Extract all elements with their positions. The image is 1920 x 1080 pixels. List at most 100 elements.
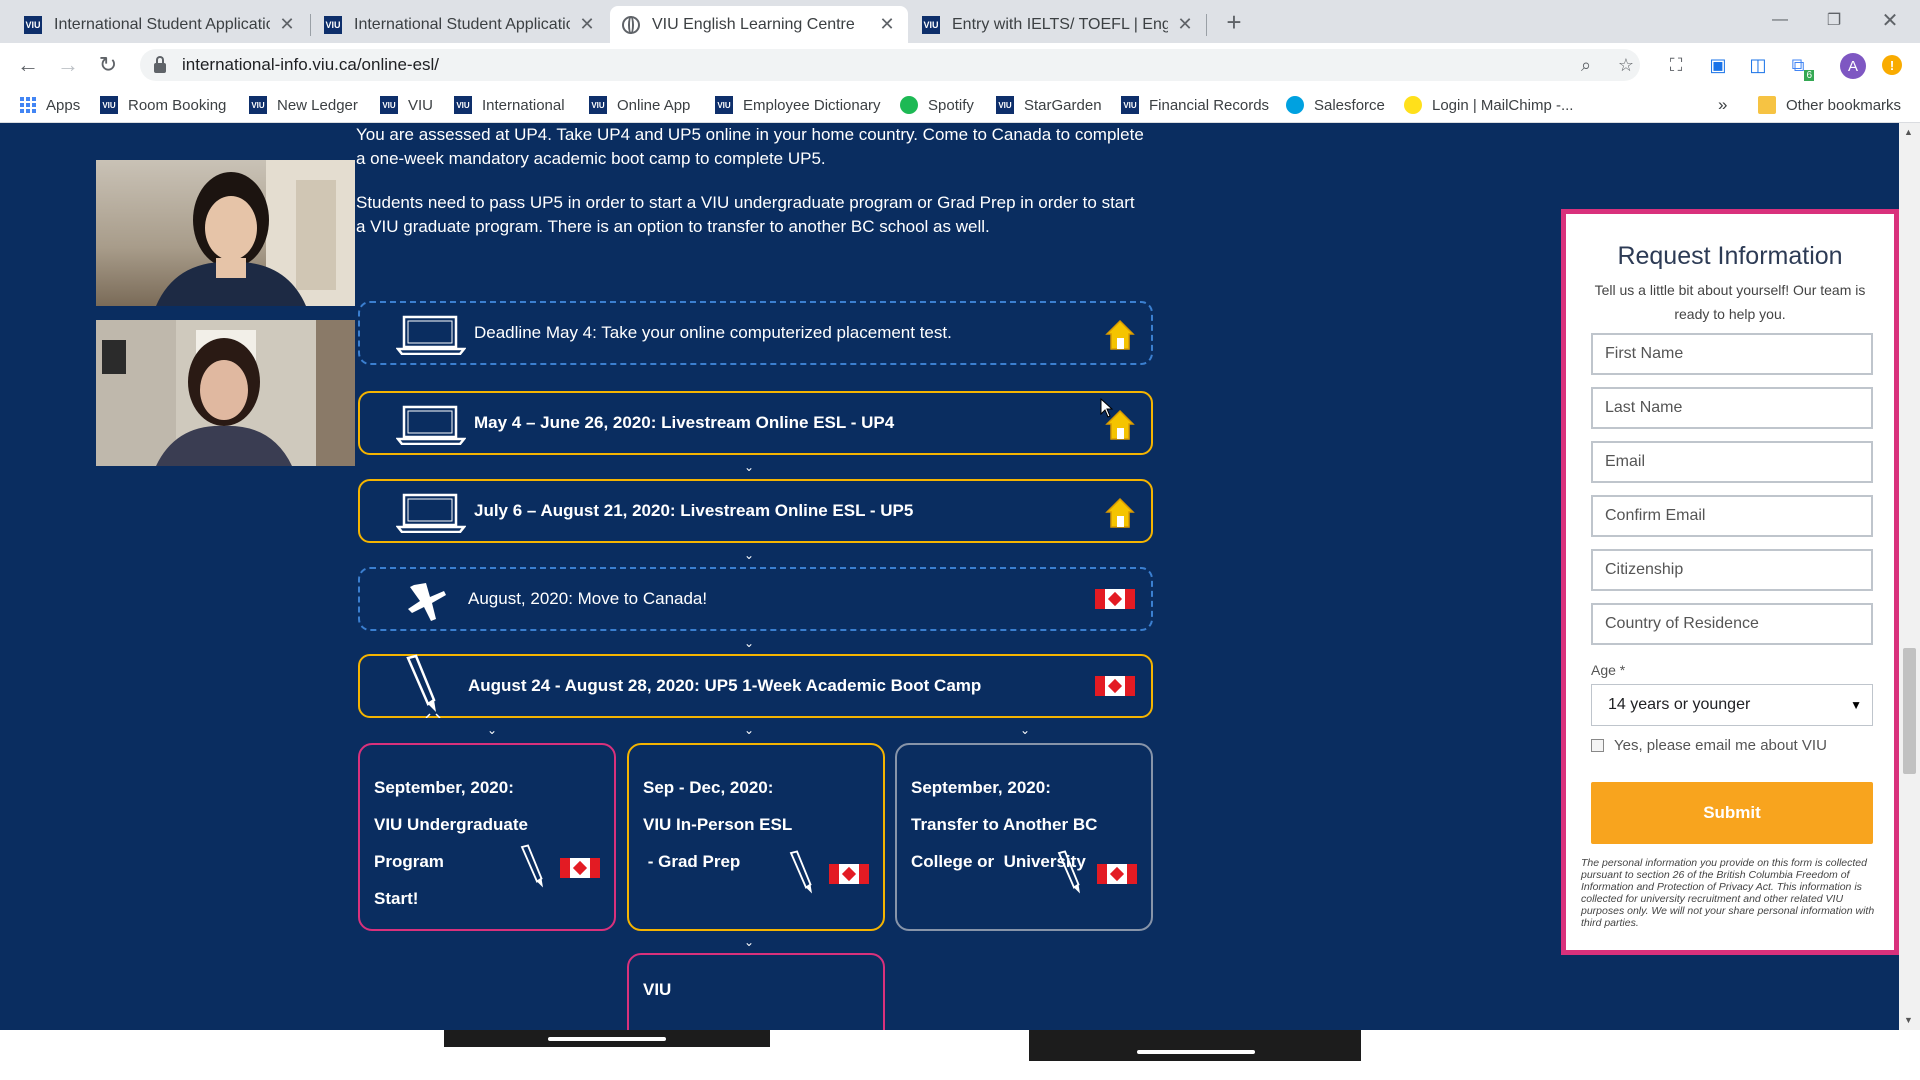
chevron-down-icon: ⌄ [743, 548, 755, 562]
minimize-window-icon[interactable]: — [1752, 0, 1808, 40]
address-bar[interactable]: international-info.viu.ca/online-esl/ ⌕ … [140, 49, 1640, 81]
timeline-step-text: August 24 - August 28, 2020: UP5 1-Week … [468, 676, 982, 695]
pen-icon [785, 850, 821, 911]
confirm-email-field[interactable]: Confirm Email [1591, 495, 1873, 537]
forward-arrow-icon[interactable]: → [52, 49, 84, 81]
bookmark-room-booking[interactable]: VIU Room Booking [100, 95, 226, 115]
mailchimp-icon [1404, 96, 1422, 114]
email-field[interactable]: Email [1591, 441, 1873, 483]
chevron-down-icon: ⌄ [486, 723, 498, 737]
timeline-step-text: July 6 – August 21, 2020: Livestream Onl… [474, 501, 914, 520]
bookmark-other-bookmarks[interactable]: Other bookmarks [1758, 95, 1901, 115]
timeline-step-placement-test: Deadline May 4: Take your online compute… [358, 301, 1153, 365]
tab-entry-with-ielts-toefl[interactable]: VIU Entry with IELTS/ TOEFL | English ✕ [910, 6, 1206, 43]
extension-icon[interactable]: ◫ [1746, 53, 1770, 77]
spotify-icon [900, 96, 918, 114]
bookmark-mailchimp[interactable]: Login | MailChimp -... [1404, 95, 1573, 115]
scroll-down-arrow-icon[interactable]: ▼ [1904, 1015, 1913, 1025]
laptop-icon [395, 315, 467, 360]
bookmark-label: StarGarden [1024, 96, 1102, 114]
overlay-bar-right [1029, 1030, 1361, 1061]
video-call-participant-2 [96, 320, 355, 466]
overlay-bar-left [444, 1030, 770, 1047]
card-line: VIU Undergraduate [374, 815, 528, 834]
tab-separator [310, 14, 311, 36]
bookmarks-bar: Apps VIU Room Booking VIU New Ledger VIU… [0, 87, 1920, 123]
update-alert-icon[interactable]: ! [1882, 55, 1902, 75]
star-bookmark-icon[interactable]: ☆ [1614, 53, 1638, 77]
outcome-card-in-person-esl: Sep - Dec, 2020: VIU In-Person ESL - Gra… [627, 743, 885, 931]
card-line: Transfer to Another BC [911, 815, 1098, 834]
tab-international-student-application-1[interactable]: VIU International Student Application ✕ [12, 6, 308, 43]
bookmark-financial-records[interactable]: VIU Financial Records [1121, 95, 1269, 115]
bookmark-label: Spotify [928, 96, 974, 114]
back-arrow-icon[interactable]: ← [12, 49, 44, 81]
checkbox-label: Yes, please email me about VIU [1614, 737, 1827, 754]
timeline-step-up4: May 4 – June 26, 2020: Livestream Online… [358, 391, 1153, 455]
tab-title: VIU English Learning Centre [652, 15, 855, 33]
card-line: September, 2020: [374, 778, 514, 797]
card-line: VIU [643, 980, 672, 999]
bookmark-salesforce[interactable]: Salesforce [1286, 95, 1385, 115]
video-call-participant-1 [96, 160, 355, 306]
participant-1-image [156, 160, 355, 306]
bookmark-apps[interactable]: Apps [20, 95, 80, 115]
close-tab-icon[interactable]: ✕ [278, 14, 296, 35]
citizenship-field[interactable]: Citizenship [1591, 549, 1873, 591]
bookmark-viu[interactable]: VIU VIU [380, 95, 433, 115]
viu-favicon: VIU [100, 96, 118, 114]
bookmark-label: Salesforce [1314, 96, 1385, 114]
page-scrollbar[interactable]: ▲ ▼ [1899, 123, 1920, 1030]
extension-icon[interactable]: ▣ [1706, 53, 1730, 77]
form-title: Request Information [1617, 242, 1843, 270]
country-of-residence-field[interactable]: Country of Residence [1591, 603, 1873, 645]
bookmark-stargarden[interactable]: VIU StarGarden [996, 95, 1102, 115]
tab-international-student-application-2[interactable]: VIU International Student Application ✕ [312, 6, 608, 43]
tab-separator [1206, 14, 1207, 36]
intro-paragraph-1: You are assessed at UP4. Take UP4 and UP… [356, 125, 1144, 168]
new-tab-button[interactable]: + [1218, 6, 1250, 38]
bookmark-label: Login | MailChimp -... [1432, 96, 1574, 114]
bookmark-spotify[interactable]: Spotify [900, 95, 974, 115]
bookmark-international[interactable]: VIU International [454, 95, 565, 115]
card-line: Sep - Dec, 2020: [643, 778, 774, 797]
submit-button[interactable]: Submit [1591, 782, 1873, 844]
checkbox-icon[interactable] [1591, 739, 1604, 752]
extension-badge-icon[interactable]: ⧉ 6 [1786, 53, 1814, 81]
zoom-icon[interactable]: ⌕ [1574, 53, 1598, 77]
folder-icon [1758, 96, 1776, 114]
close-tab-icon[interactable]: ✕ [578, 14, 596, 35]
close-window-icon[interactable]: ✕ [1862, 0, 1918, 40]
profile-avatar[interactable]: A [1840, 53, 1866, 79]
tab-title: International Student Application [54, 15, 270, 33]
reload-icon[interactable]: ↻ [92, 49, 124, 81]
screenshot-extension-icon[interactable]: ⛶ [1664, 53, 1688, 77]
bookmark-new-ledger[interactable]: VIU New Ledger [249, 95, 358, 115]
laptop-icon [395, 405, 467, 450]
age-select[interactable]: 14 years or younger ▼ [1591, 684, 1873, 726]
bookmarks-overflow-button[interactable]: » [1718, 95, 1727, 115]
email-opt-in-checkbox[interactable]: Yes, please email me about VIU [1591, 737, 1827, 754]
close-tab-icon[interactable]: ✕ [878, 14, 896, 35]
bookmark-label: Apps [46, 96, 81, 114]
chevron-down-icon: ⌄ [743, 935, 755, 949]
timeline-step-text: August, 2020: Move to Canada! [468, 589, 708, 608]
bookmark-label: Room Booking [128, 96, 227, 114]
maximize-window-icon[interactable]: ❐ [1806, 0, 1862, 40]
bookmark-employee-dictionary[interactable]: VIU Employee Dictionary [715, 95, 881, 115]
request-information-form: Request Information Tell us a little bit… [1561, 209, 1899, 955]
first-name-field[interactable]: First Name [1591, 333, 1873, 375]
bookmark-online-app[interactable]: VIU Online App [589, 95, 690, 115]
last-name-field[interactable]: Last Name [1591, 387, 1873, 429]
scroll-up-arrow-icon[interactable]: ▲ [1904, 127, 1913, 137]
tab-viu-english-learning-centre[interactable]: VIU English Learning Centre ✕ [610, 6, 908, 43]
tab-title: Entry with IELTS/ TOEFL | English [952, 15, 1168, 33]
close-tab-icon[interactable]: ✕ [1176, 14, 1194, 35]
timeline-step-move-to-canada: August, 2020: Move to Canada! [358, 567, 1153, 631]
tab-title: International Student Application [354, 15, 570, 33]
scrollbar-thumb[interactable] [1903, 648, 1916, 774]
age-label: Age * [1591, 662, 1626, 678]
age-select-value: 14 years or younger [1608, 696, 1751, 713]
browser-toolbar: ← → ↻ international-info.viu.ca/online-e… [0, 43, 1920, 87]
outcome-card-transfer: September, 2020: Transfer to Another BC … [895, 743, 1153, 931]
